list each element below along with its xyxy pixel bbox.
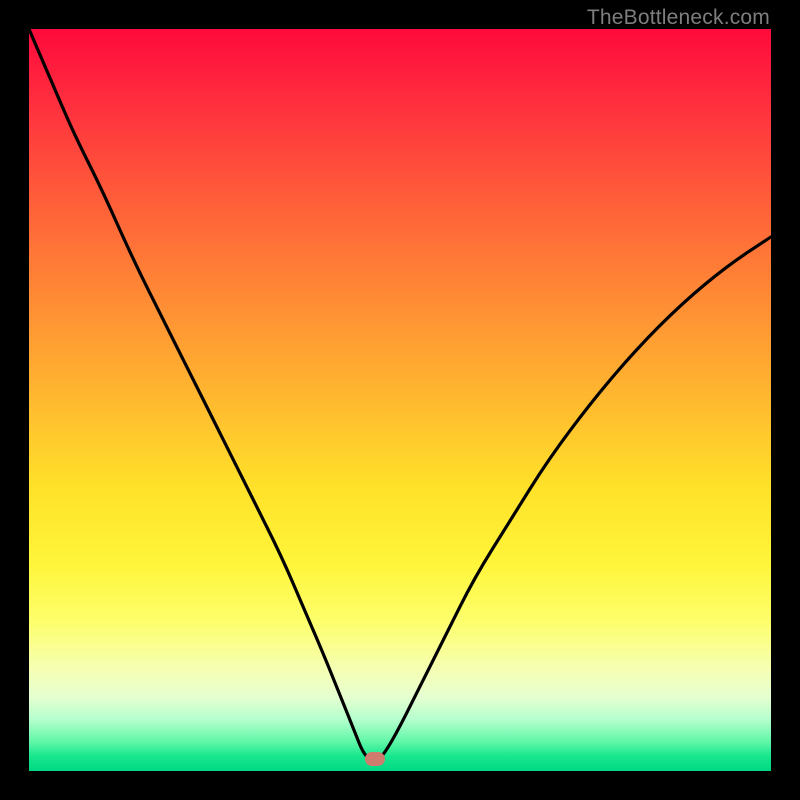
page-frame: TheBottleneck.com (0, 0, 800, 800)
chart-plot-area (29, 29, 771, 771)
optimal-point-marker (365, 752, 385, 766)
attribution-text: TheBottleneck.com (587, 6, 770, 30)
bottleneck-curve (29, 29, 771, 771)
